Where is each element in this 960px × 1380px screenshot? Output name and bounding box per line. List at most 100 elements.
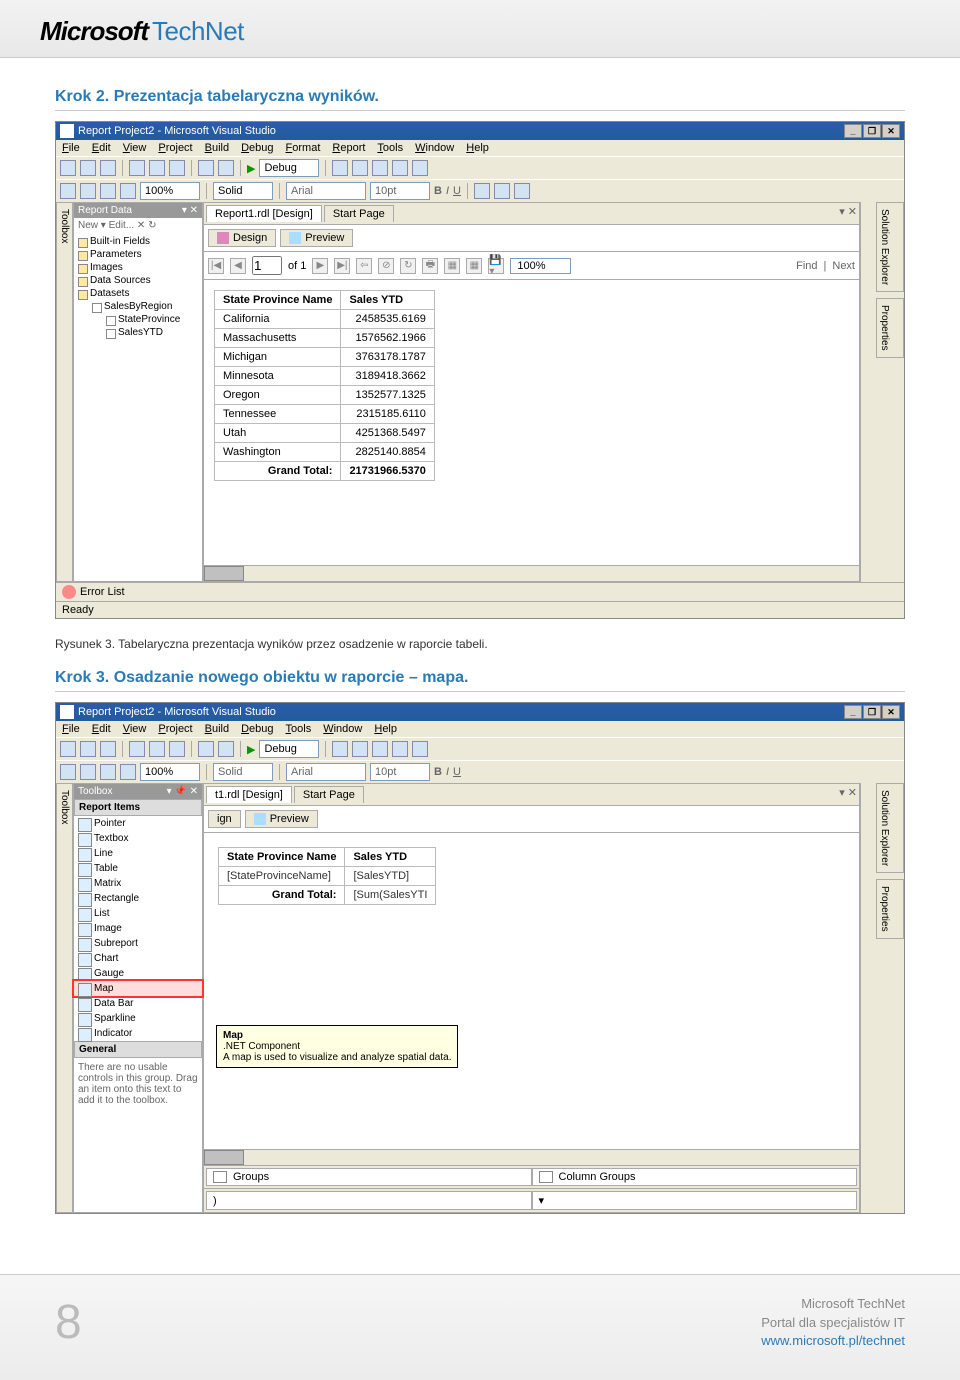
align-icon[interactable]: [514, 183, 530, 199]
groups-detail[interactable]: ) ▾: [204, 1188, 859, 1212]
expr-total[interactable]: [Sum(SalesYTI: [345, 886, 436, 905]
underline-button[interactable]: U: [453, 185, 461, 197]
minimize-button[interactable]: _: [844, 124, 862, 138]
toolbar-icon[interactable]: [100, 183, 116, 199]
tree-datasets[interactable]: Datasets: [76, 287, 200, 300]
menu-format[interactable]: Format: [286, 142, 321, 154]
toolbar-icon[interactable]: [80, 764, 96, 780]
solution-explorer-tab[interactable]: Solution Explorer: [876, 783, 904, 873]
menu-edit[interactable]: Edit: [92, 723, 111, 735]
toolbox-table[interactable]: Table: [74, 861, 202, 876]
menu-debug[interactable]: Debug: [241, 723, 273, 735]
tree-datasources[interactable]: Data Sources: [76, 274, 200, 287]
properties-tab[interactable]: Properties: [876, 879, 904, 939]
minimize-button[interactable]: _: [844, 705, 862, 719]
undo-icon[interactable]: [198, 741, 214, 757]
bold-button[interactable]: B: [434, 766, 442, 778]
toolbox-section-general[interactable]: General: [74, 1041, 202, 1058]
back-icon[interactable]: ⇦: [356, 258, 372, 274]
menu-tools[interactable]: Tools: [286, 723, 312, 735]
setup-icon[interactable]: ▦: [466, 258, 482, 274]
redo-icon[interactable]: [218, 741, 234, 757]
error-list-bar[interactable]: Error List: [56, 582, 904, 601]
toolbox-databar[interactable]: Data Bar: [74, 996, 202, 1011]
close-button[interactable]: ✕: [882, 124, 900, 138]
copy-icon[interactable]: [149, 160, 165, 176]
toolbar-icon[interactable]: [332, 741, 348, 757]
menu-project[interactable]: Project: [158, 723, 192, 735]
properties-tab[interactable]: Properties: [876, 298, 904, 358]
tree-builtin[interactable]: Built-in Fields: [76, 235, 200, 248]
tree-images[interactable]: Images: [76, 261, 200, 274]
toolbar-icon[interactable]: [392, 741, 408, 757]
copy-icon[interactable]: [149, 741, 165, 757]
tab-close-icon[interactable]: ▾ ✕: [839, 205, 857, 222]
undo-icon[interactable]: [198, 160, 214, 176]
toolbar-icon[interactable]: [372, 160, 388, 176]
expr-province[interactable]: [StateProvinceName]: [219, 867, 345, 886]
toolbar-icon[interactable]: [120, 764, 136, 780]
paste-icon[interactable]: [169, 741, 185, 757]
toolbar-icon[interactable]: [60, 183, 76, 199]
menu-help[interactable]: Help: [466, 142, 489, 154]
toolbox-section-report[interactable]: Report Items: [74, 799, 202, 816]
design-total-label[interactable]: Grand Total:: [219, 886, 345, 905]
maximize-button[interactable]: ❐: [863, 705, 881, 719]
tree-field-salesytd[interactable]: SalesYTD: [104, 326, 200, 339]
menu-view[interactable]: View: [123, 723, 147, 735]
row-groups[interactable]: Groups: [206, 1168, 532, 1186]
next-page-icon[interactable]: ▶: [312, 258, 328, 274]
toolbox-line[interactable]: Line: [74, 846, 202, 861]
menu-file[interactable]: File: [62, 142, 80, 154]
bold-button[interactable]: B: [434, 185, 442, 197]
paste-icon[interactable]: [169, 160, 185, 176]
toolbar-icon[interactable]: [372, 741, 388, 757]
pane-controls[interactable]: ▾ 📌 ✕: [167, 786, 198, 797]
menu-help[interactable]: Help: [374, 723, 397, 735]
page-index-input[interactable]: [252, 256, 282, 275]
expr-sales[interactable]: [SalesYTD]: [345, 867, 436, 886]
menu-debug[interactable]: Debug: [241, 142, 273, 154]
run-icon[interactable]: ▶: [247, 743, 255, 756]
menu-tools[interactable]: Tools: [377, 142, 403, 154]
menu-project[interactable]: Project: [158, 142, 192, 154]
tab-start-page[interactable]: Start Page: [324, 205, 394, 222]
toolbox-matrix[interactable]: Matrix: [74, 876, 202, 891]
toolbar-icon[interactable]: [60, 764, 76, 780]
menu-edit[interactable]: Edit: [92, 142, 111, 154]
design-table[interactable]: State Province Name Sales YTD [StateProv…: [218, 847, 436, 905]
line-style-dropdown[interactable]: Solid: [213, 763, 273, 781]
menu-view[interactable]: View: [123, 142, 147, 154]
toolbox-side-tab[interactable]: Toolbox: [56, 783, 73, 1213]
first-page-icon[interactable]: |◀: [208, 258, 224, 274]
toolbar-icon[interactable]: [412, 160, 428, 176]
subtab-preview[interactable]: Preview: [280, 229, 353, 247]
new-project-icon[interactable]: [60, 160, 76, 176]
italic-button[interactable]: I: [446, 185, 449, 197]
align-icon[interactable]: [474, 183, 490, 199]
next-link[interactable]: Next: [832, 260, 855, 272]
font-size-dropdown[interactable]: 10pt: [370, 763, 430, 781]
solution-explorer-tab[interactable]: Solution Explorer: [876, 202, 904, 292]
new-project-icon[interactable]: [60, 741, 76, 757]
report-data-tools[interactable]: New ▾ Edit... ✕ ↻: [74, 218, 202, 233]
open-icon[interactable]: [80, 160, 96, 176]
menu-window[interactable]: Window: [323, 723, 362, 735]
toolbox-pointer[interactable]: Pointer: [74, 816, 202, 831]
menu-build[interactable]: Build: [205, 142, 229, 154]
h-scrollbar[interactable]: [204, 565, 859, 581]
tab-close-icon[interactable]: ▾ ✕: [839, 786, 857, 803]
maximize-button[interactable]: ❐: [863, 124, 881, 138]
close-button[interactable]: ✕: [882, 705, 900, 719]
toolbox-map[interactable]: Map: [74, 981, 202, 996]
open-icon[interactable]: [80, 741, 96, 757]
zoom-dropdown[interactable]: 100%: [140, 182, 200, 200]
toolbar-icon[interactable]: [80, 183, 96, 199]
config-dropdown[interactable]: Debug: [259, 740, 319, 758]
toolbox-gauge[interactable]: Gauge: [74, 966, 202, 981]
tree-dataset-sales[interactable]: SalesByRegion: [90, 300, 200, 313]
save-icon[interactable]: [100, 160, 116, 176]
run-icon[interactable]: ▶: [247, 162, 255, 175]
dcol-sales[interactable]: Sales YTD: [345, 848, 436, 867]
subtab-preview[interactable]: Preview: [245, 810, 318, 828]
